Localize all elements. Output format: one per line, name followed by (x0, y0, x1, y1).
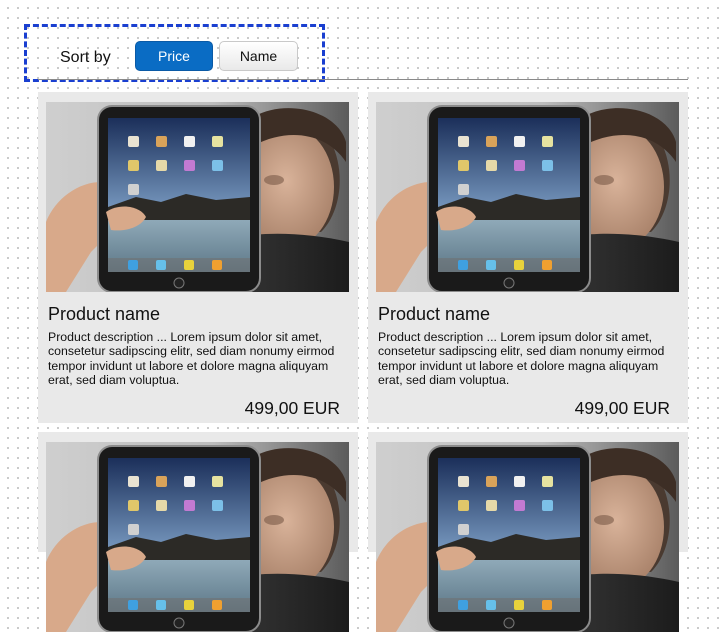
tablet-product-image (46, 102, 349, 292)
product-card[interactable]: Product name Product description ... Lore… (38, 92, 358, 423)
sort-name-button[interactable]: Name (219, 41, 298, 71)
product-image[interactable] (46, 442, 349, 632)
product-description: Product description ... Lorem ipsum dolo… (378, 330, 665, 388)
tablet-product-image (46, 442, 349, 632)
product-price: 499,00 EUR (244, 398, 340, 418)
sort-price-button[interactable]: Price (135, 41, 213, 71)
product-image[interactable] (376, 442, 679, 632)
product-card[interactable] (38, 432, 358, 632)
tablet-product-image (376, 442, 679, 632)
tablet-product-image (376, 102, 679, 292)
toolbar-divider (38, 79, 688, 80)
product-card[interactable]: Product name Product description ... Lore… (368, 92, 688, 423)
product-card[interactable] (368, 432, 688, 632)
sort-by-label: Sort by (60, 49, 111, 66)
product-image[interactable] (376, 102, 679, 292)
product-name[interactable]: Product name (378, 304, 490, 325)
product-description: Product description ... Lorem ipsum dolo… (48, 330, 335, 388)
product-price: 499,00 EUR (574, 398, 670, 418)
product-image[interactable] (46, 102, 349, 292)
product-name[interactable]: Product name (48, 304, 160, 325)
